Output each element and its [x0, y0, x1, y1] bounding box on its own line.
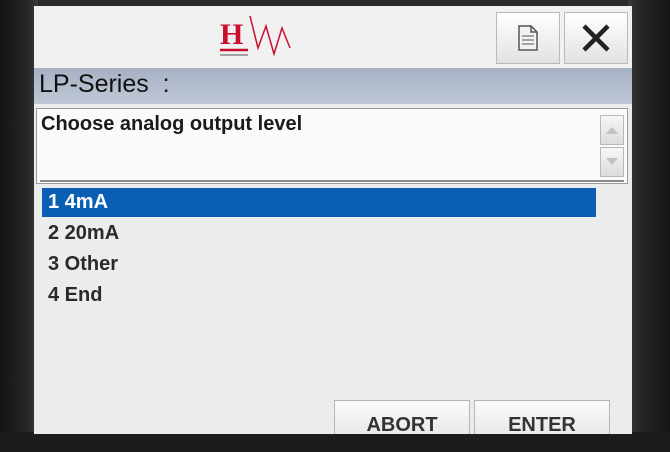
document-button[interactable] [496, 12, 560, 64]
list-item-other[interactable]: 3 Other [42, 250, 596, 279]
scroll-down-icon [606, 158, 618, 165]
options-list: 1 4mA 2 20mA 3 Other 4 End [40, 180, 624, 404]
scroll-up-icon [606, 127, 618, 134]
enter-button[interactable]: ENTER [474, 400, 610, 434]
device-bezel-right [628, 0, 670, 452]
scroll-down-button[interactable] [600, 147, 624, 177]
prompt-box: Choose analog output level [36, 108, 628, 184]
abort-button[interactable]: ABORT [334, 400, 470, 434]
device-bezel-bottom [0, 432, 670, 452]
device-screen: H LP-Series : Choose analog output level [34, 6, 632, 434]
device-bezel-left [0, 0, 38, 452]
list-item-4ma[interactable]: 1 4mA [42, 188, 596, 217]
list-item-20ma[interactable]: 2 20mA [42, 219, 596, 248]
list-item-end[interactable]: 4 End [42, 281, 596, 310]
hw-logo: H [220, 15, 291, 57]
document-icon [518, 25, 538, 51]
title-bar: H [34, 6, 632, 68]
svg-text:H: H [220, 18, 243, 51]
close-button[interactable] [564, 12, 628, 64]
header-bar: LP-Series : [34, 68, 632, 104]
close-icon [582, 24, 610, 52]
prompt-text: Choose analog output level [41, 113, 303, 135]
scroll-up-button[interactable] [600, 115, 624, 145]
header-title: LP-Series : [39, 70, 170, 98]
